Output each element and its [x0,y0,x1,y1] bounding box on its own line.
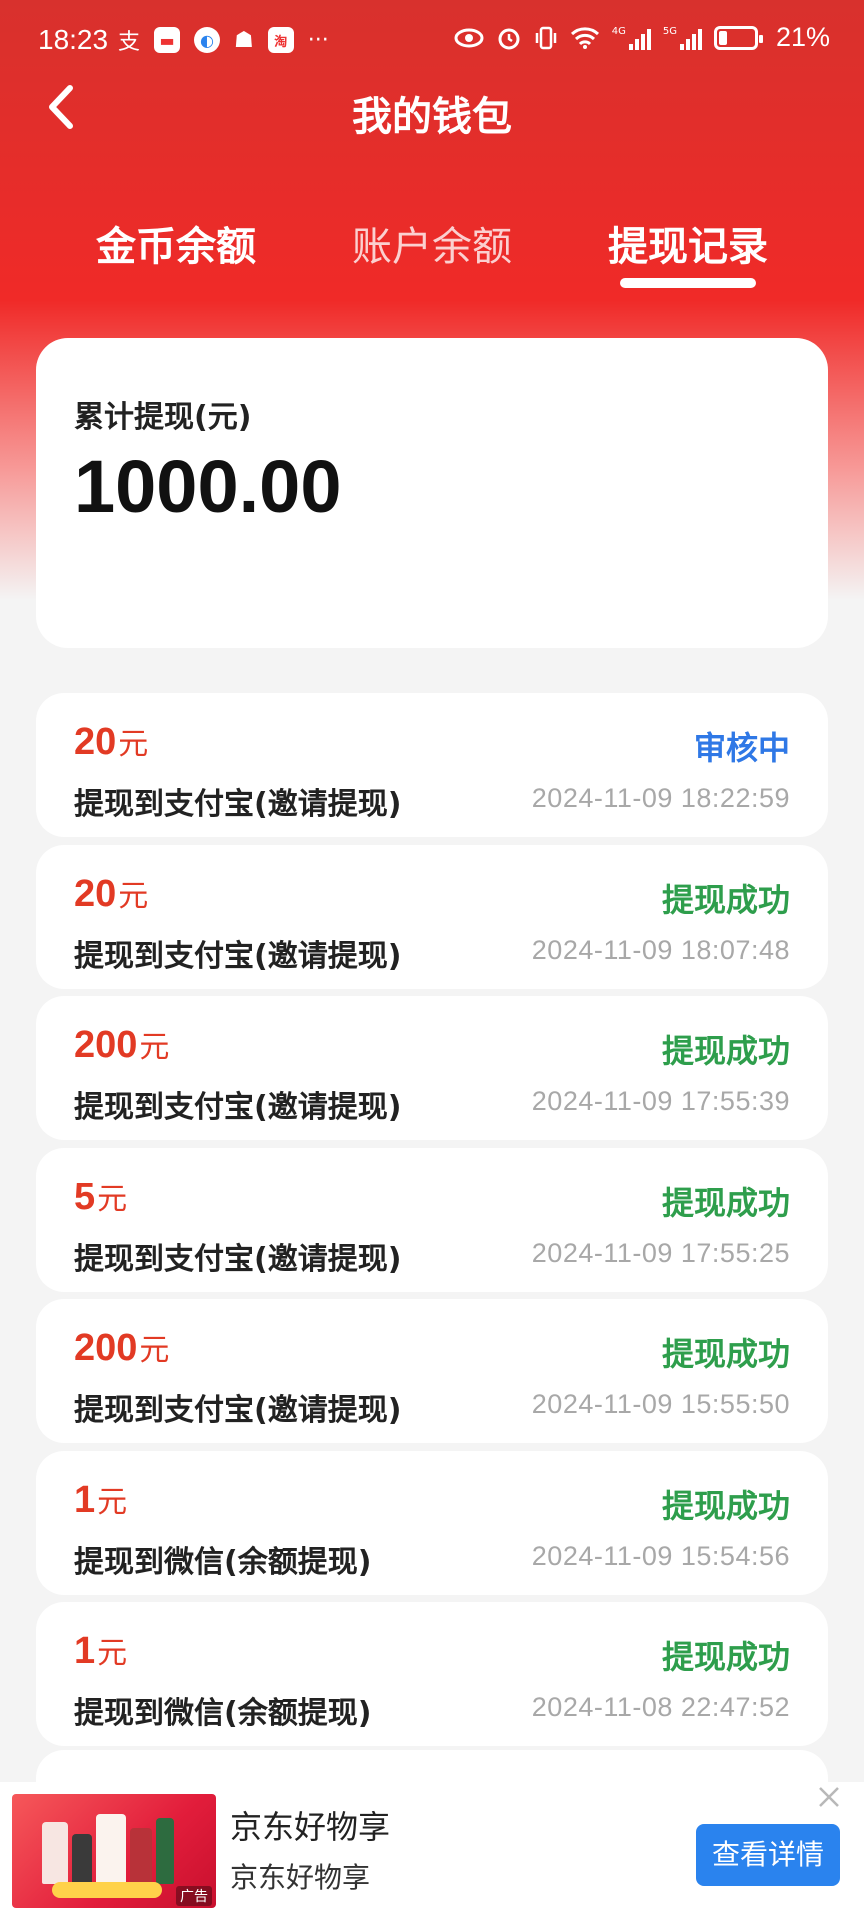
record-amount-unit: 元 [139,1333,170,1368]
record-amount: 1元 [74,1477,127,1522]
status-time: 18:23 [38,24,109,55]
record-status: 提现成功 [661,1487,790,1525]
record-description: 提现到微信(余额提现) [74,1696,372,1731]
alipay-icon: 支 [118,30,141,55]
notification-icons: 支 ▬ ◐ ☗ 淘 ··· [118,24,329,56]
record-status: 审核中 [693,729,790,767]
total-withdraw-card: 累计提现(元) 1000.00 [36,338,828,648]
record-time: 2024-11-09 15:55:50 [531,1389,790,1419]
total-withdraw-label: 累计提现(元) [74,400,252,435]
record-time: 2024-11-08 22:47:52 [531,1692,790,1722]
signal-5g-icon: 5G [663,26,702,50]
record-time: 2024-11-09 18:22:59 [531,783,790,813]
product-bottle [42,1822,68,1884]
taobao-app-icon: 淘 [267,27,294,53]
record-amount-value: 200 [74,1327,138,1369]
record-description: 提现到支付宝(邀请提现) [74,1393,402,1428]
page-title: 我的钱包 [352,94,512,140]
record-amount: 200元 [74,1022,169,1067]
battery-icon [713,25,763,50]
ad-banner[interactable]: 广告 京东好物享 京东好物享 查看详情 [0,1782,864,1920]
record-time: 2024-11-09 17:55:25 [531,1238,790,1268]
record-amount-unit: 元 [97,1182,128,1217]
ad-mark: 广告 [176,1886,212,1906]
vibrate-icon [535,26,556,49]
withdraw-record-row[interactable]: 200元 提现成功提现到支付宝(邀请提现) 2024-11-09 17:55:39 [36,996,828,1140]
ad-subtitle: 京东好物享 [230,1861,371,1894]
record-description: 提现到支付宝(邀请提现) [74,1090,402,1125]
tab-coin-balance[interactable]: 金币余额 [96,214,256,272]
status-bar: 18:23 支 ▬ ◐ ☗ 淘 ··· 4G 5G 21% [0,0,864,84]
record-amount-value: 1 [74,1479,96,1521]
mail-app-icon: ▬ [154,27,181,53]
record-amount: 20元 [74,719,148,764]
record-amount: 200元 [74,1325,169,1370]
ad-title: 京东好物享 [230,1808,391,1846]
alarm-icon [498,28,520,49]
tab-withdraw-records[interactable]: 提现记录 [608,214,768,272]
ad-promo-strip [52,1882,162,1898]
total-withdraw-value: 1000.00 [74,445,342,528]
product-bottle [156,1818,174,1884]
record-amount-unit: 元 [97,1636,128,1671]
record-status: 提现成功 [661,1184,790,1222]
record-description: 提现到支付宝(邀请提现) [74,787,402,822]
battery-level: 21% [775,22,830,52]
record-status: 提现成功 [661,1638,790,1676]
record-amount-value: 20 [74,873,117,915]
status-right: 4G 5G 21% [454,22,830,53]
withdraw-record-row[interactable]: 5元 提现成功提现到支付宝(邀请提现) 2024-11-09 17:55:25 [36,1148,828,1292]
signal-4g-icon: 4G [612,26,651,50]
close-icon[interactable] [814,1782,844,1812]
record-amount-unit: 元 [97,1485,128,1520]
record-description: 提现到支付宝(邀请提现) [74,939,402,974]
record-time: 2024-11-09 18:07:48 [531,935,790,965]
record-time: 2024-11-09 15:54:56 [531,1541,790,1571]
record-amount-unit: 元 [118,879,149,914]
browser-app-icon: ◐ [194,27,221,53]
record-amount-value: 20 [74,721,117,763]
record-amount-value: 1 [74,1630,96,1672]
ad-view-details-button[interactable]: 查看详情 [696,1824,840,1886]
record-description: 提现到支付宝(邀请提现) [74,1242,402,1277]
record-amount-unit: 元 [139,1030,170,1065]
record-amount: 1元 [74,1628,127,1673]
ad-image[interactable]: 广告 [12,1794,216,1908]
wifi-icon [570,26,599,49]
withdraw-record-row[interactable]: 20元 提现成功提现到支付宝(邀请提现) 2024-11-09 18:07:48 [36,845,828,989]
record-description: 提现到微信(余额提现) [74,1545,372,1580]
product-bottle [96,1814,126,1884]
record-status: 提现成功 [661,1032,790,1070]
eye-icon [454,28,484,47]
tab-account-balance[interactable]: 账户余额 [352,214,512,272]
active-tab-indicator [620,278,756,288]
record-amount: 5元 [74,1174,127,1219]
withdraw-record-row[interactable]: 200元 提现成功提现到支付宝(邀请提现) 2024-11-09 15:55:50 [36,1299,828,1443]
record-status: 提现成功 [661,881,790,919]
withdraw-record-row[interactable]: 20元 审核中提现到支付宝(邀请提现) 2024-11-09 18:22:59 [36,693,828,837]
withdraw-record-row[interactable]: 1元 提现成功提现到微信(余额提现) 2024-11-09 15:54:56 [36,1451,828,1595]
record-status: 提现成功 [661,1335,790,1373]
record-amount-unit: 元 [118,727,149,762]
record-amount: 20元 [74,871,148,916]
withdraw-record-row[interactable]: 1元 提现成功提现到微信(余额提现) 2024-11-08 22:47:52 [36,1602,828,1746]
qq-icon: ☗ [234,27,254,53]
record-time: 2024-11-09 17:55:39 [531,1086,790,1116]
record-amount-value: 5 [74,1176,96,1218]
record-amount-value: 200 [74,1024,138,1066]
product-bottle [130,1828,152,1884]
product-bottle [72,1834,92,1884]
more-notifications-icon: ··· [307,27,329,53]
